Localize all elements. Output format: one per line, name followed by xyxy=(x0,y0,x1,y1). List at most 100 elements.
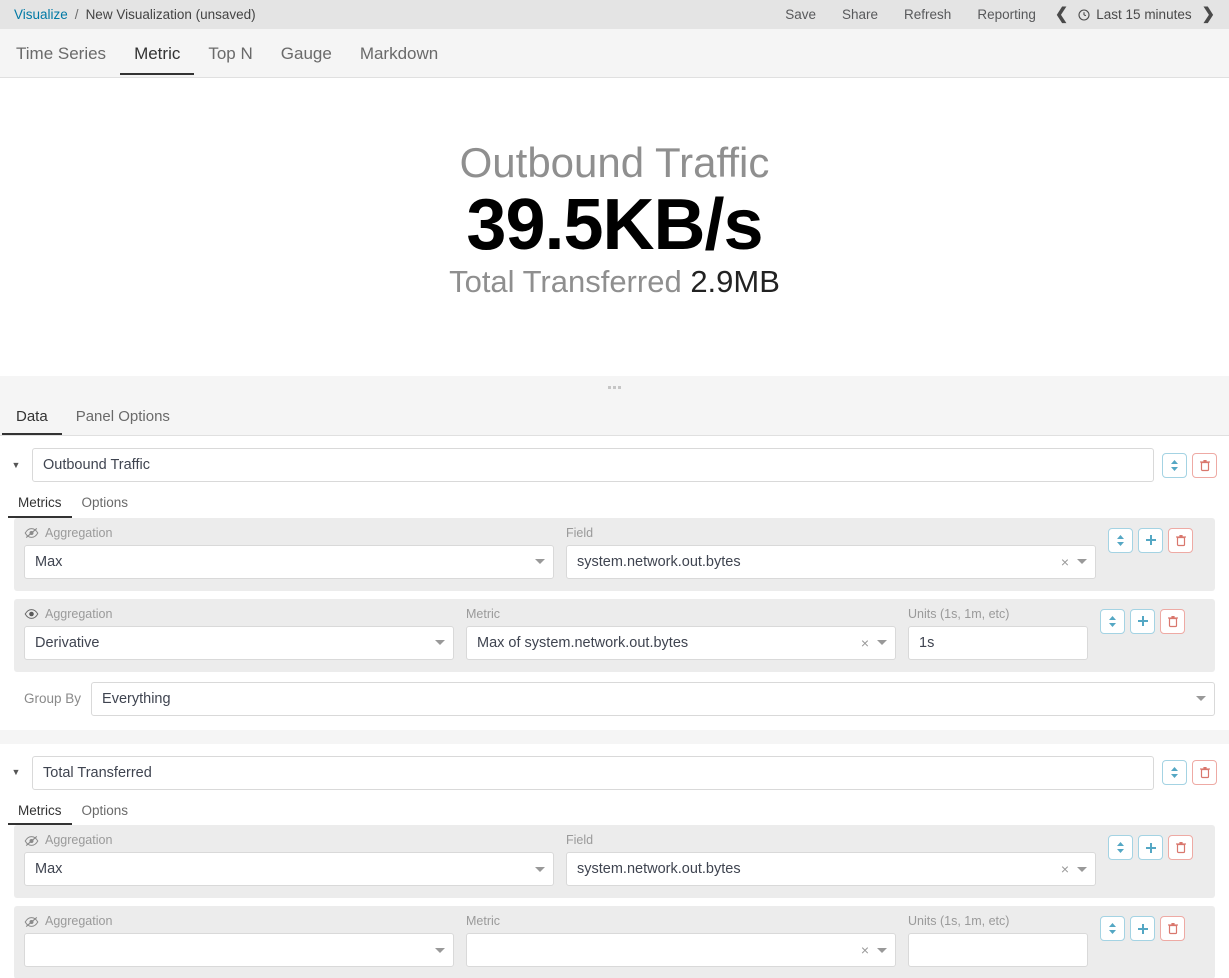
series-subtabs: Metrics Options xyxy=(0,482,1229,518)
chevron-right-icon[interactable]: ❯ xyxy=(1196,7,1221,23)
aggregation-label-group: Aggregation xyxy=(24,914,454,929)
series-label-input[interactable] xyxy=(32,448,1154,482)
group-by-select[interactable]: Everything xyxy=(91,682,1215,716)
refresh-button[interactable]: Refresh xyxy=(891,7,964,22)
aggregation-value: Derivative xyxy=(35,635,433,651)
series-tab-options[interactable]: Options xyxy=(72,488,139,518)
aggregation-select[interactable]: Derivative xyxy=(24,626,454,660)
clear-icon[interactable]: × xyxy=(855,942,875,958)
chevron-down-icon xyxy=(435,948,445,953)
metric-secondary: Total Transferred 2.9MB xyxy=(449,265,780,299)
row-add-button[interactable] xyxy=(1138,528,1163,553)
panel-resize-handle[interactable] xyxy=(0,376,1229,398)
aggregation-column: Aggregation Max xyxy=(24,526,554,579)
series-tab-metrics[interactable]: Metrics xyxy=(8,796,72,826)
chevron-down-icon xyxy=(1077,867,1087,872)
row-sort-button[interactable] xyxy=(1100,916,1125,941)
aggregation-value: Max xyxy=(35,554,533,570)
metric-column: Metric × xyxy=(466,914,896,967)
aggregation-label: Aggregation xyxy=(45,833,112,848)
aggregation-label-group: Aggregation xyxy=(24,526,554,541)
series-sort-button[interactable] xyxy=(1162,760,1187,785)
aggregation-select[interactable]: Max xyxy=(24,852,554,886)
metric-value: Max of system.network.out.bytes xyxy=(477,635,855,651)
row-delete-button[interactable] xyxy=(1160,916,1185,941)
series-separator xyxy=(0,730,1229,744)
units-column: Units (1s, 1m, etc) xyxy=(908,914,1088,967)
aggregation-select[interactable] xyxy=(24,933,454,967)
share-button[interactable]: Share xyxy=(829,7,891,22)
time-range-picker[interactable]: Last 15 minutes xyxy=(1074,7,1195,22)
tab-markdown[interactable]: Markdown xyxy=(346,32,452,75)
row-sort-button[interactable] xyxy=(1100,609,1125,634)
chevron-down-icon xyxy=(1077,559,1087,564)
metric-select[interactable]: × xyxy=(466,933,896,967)
top-nav: Save Share Refresh Reporting ❮ Last 15 m… xyxy=(772,7,1221,23)
row-add-button[interactable] xyxy=(1130,916,1155,941)
row-sort-button[interactable] xyxy=(1108,835,1133,860)
row-actions xyxy=(1108,835,1193,860)
top-bar: Visualize / New Visualization (unsaved) … xyxy=(0,0,1229,29)
units-input[interactable]: 1s xyxy=(908,626,1088,660)
series-tab-metrics[interactable]: Metrics xyxy=(8,488,72,518)
chevron-down-icon xyxy=(535,867,545,872)
series-label-input[interactable] xyxy=(32,756,1154,790)
chevron-down-icon[interactable]: ▼ xyxy=(8,461,24,470)
breadcrumb-visualize-link[interactable]: Visualize xyxy=(14,7,68,22)
tab-metric[interactable]: Metric xyxy=(120,32,194,75)
clear-icon[interactable]: × xyxy=(1055,861,1075,877)
series-header: ▼ xyxy=(0,744,1229,790)
series-delete-button[interactable] xyxy=(1192,760,1217,785)
metric-secondary-label: Total Transferred xyxy=(449,264,682,299)
series-sort-button[interactable] xyxy=(1162,453,1187,478)
row-add-button[interactable] xyxy=(1130,609,1155,634)
aggregation-column: Aggregation xyxy=(24,914,454,967)
row-delete-button[interactable] xyxy=(1168,835,1193,860)
tab-data[interactable]: Data xyxy=(2,398,62,435)
visualization-type-tabs: Time Series Metric Top N Gauge Markdown xyxy=(0,29,1229,78)
save-button[interactable]: Save xyxy=(772,7,829,22)
row-add-button[interactable] xyxy=(1138,835,1163,860)
row-sort-button[interactable] xyxy=(1108,528,1133,553)
eye-icon[interactable] xyxy=(24,608,39,620)
tab-panel-options[interactable]: Panel Options xyxy=(62,398,184,435)
aggregation-select[interactable]: Max xyxy=(24,545,554,579)
field-column: Field system.network.out.bytes × xyxy=(566,833,1096,886)
eye-slash-icon[interactable] xyxy=(24,527,39,539)
series-header: ▼ xyxy=(0,436,1229,482)
field-select[interactable]: system.network.out.bytes × xyxy=(566,852,1096,886)
aggregation-label: Aggregation xyxy=(45,607,112,622)
chevron-down-icon[interactable]: ▼ xyxy=(8,768,24,777)
tab-time-series[interactable]: Time Series xyxy=(2,32,120,75)
series-tab-options[interactable]: Options xyxy=(72,796,139,826)
row-actions xyxy=(1100,916,1185,941)
chevron-left-icon[interactable]: ❮ xyxy=(1049,7,1074,23)
units-label-group: Units (1s, 1m, etc) xyxy=(908,607,1088,622)
units-column: Units (1s, 1m, etc) 1s xyxy=(908,607,1088,660)
row-actions xyxy=(1108,528,1193,553)
clear-icon[interactable]: × xyxy=(855,635,875,651)
aggregation-value: Max xyxy=(35,861,533,877)
aggregation-row: Aggregation Derivative Metric Max of sys… xyxy=(14,599,1215,672)
eye-slash-icon[interactable] xyxy=(24,835,39,847)
clear-icon[interactable]: × xyxy=(1055,554,1075,570)
row-delete-button[interactable] xyxy=(1160,609,1185,634)
chevron-down-icon xyxy=(877,948,887,953)
field-select[interactable]: system.network.out.bytes × xyxy=(566,545,1096,579)
aggregation-label-group: Aggregation xyxy=(24,607,454,622)
series-delete-button[interactable] xyxy=(1192,453,1217,478)
aggregation-rows: Aggregation Max Field system.network.out… xyxy=(0,825,1229,978)
metric-label: Metric xyxy=(466,914,500,929)
metric-select[interactable]: Max of system.network.out.bytes × xyxy=(466,626,896,660)
row-delete-button[interactable] xyxy=(1168,528,1193,553)
aggregation-row: Aggregation Metric × xyxy=(14,906,1215,978)
tab-top-n[interactable]: Top N xyxy=(194,32,266,75)
eye-slash-icon[interactable] xyxy=(24,916,39,928)
field-label: Field xyxy=(566,526,593,541)
clock-icon xyxy=(1078,9,1090,21)
units-label-group: Units (1s, 1m, etc) xyxy=(908,914,1088,929)
units-input[interactable] xyxy=(908,933,1088,967)
reporting-button[interactable]: Reporting xyxy=(964,7,1049,22)
tab-gauge[interactable]: Gauge xyxy=(267,32,346,75)
series-subtabs: Metrics Options xyxy=(0,790,1229,826)
